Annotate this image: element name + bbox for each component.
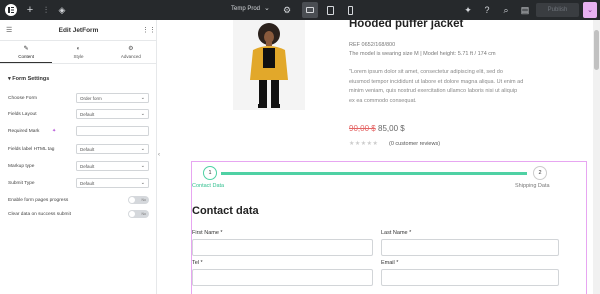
progress-bar [221, 172, 527, 175]
step-2-indicator: 2 [533, 166, 547, 180]
tab-label: Content [18, 53, 35, 59]
tab-content[interactable]: ✎ Content [0, 41, 53, 63]
search-icon[interactable]: ⌕ [499, 3, 513, 17]
tab-advanced[interactable]: ⚙ Advanced [105, 41, 157, 63]
clear-data-row: Clear data on success submit No [8, 209, 150, 220]
markup-type-row: Markup type Default ⌄ [8, 161, 150, 172]
step-1-label: Contact Data [192, 183, 225, 189]
choose-form-select[interactable]: Order form ⌄ [76, 93, 149, 103]
field-label: Submit Type [8, 181, 35, 186]
field-label: Markup type [8, 164, 35, 169]
select-value: Default [80, 111, 95, 117]
model-info: The model is wearing size M | Model heig… [349, 51, 496, 57]
chevron-down-icon: ⌄ [140, 146, 145, 152]
caret-down-icon: ▾ [8, 76, 11, 82]
preview-canvas: Hooded puffer jacket REF 0652/168/800 Th… [163, 20, 593, 294]
product-ref: REF 0652/168/800 [349, 42, 396, 48]
fields-layout-row: Fields Layout Default ⌄ [8, 109, 150, 120]
collapse-panel-icon[interactable]: ‹ [158, 152, 160, 158]
clear-data-toggle[interactable]: No [128, 210, 149, 218]
required-mark-input[interactable] [76, 126, 149, 136]
publish-button[interactable]: Publish [536, 3, 579, 17]
pencil-icon: ✎ [23, 45, 29, 52]
first-name-field[interactable] [192, 239, 373, 256]
first-name-label: First Name * [192, 230, 223, 236]
field-label: Fields label HTML tag [8, 147, 55, 152]
step-1-indicator: 1 [203, 166, 217, 180]
rating-stars-icon: ★★★★★ [349, 141, 379, 147]
tablet-view-icon[interactable] [322, 2, 338, 18]
scrollbar-thumb[interactable] [594, 30, 599, 70]
field-label: Required Mark [8, 129, 40, 134]
enable-progress-toggle[interactable]: No [128, 196, 149, 204]
select-value: Order form [80, 95, 102, 101]
chevron-down-icon: ⌄ [140, 111, 145, 117]
tab-label: Advanced [120, 54, 141, 59]
notes-icon[interactable]: ▤ [518, 3, 532, 17]
label-html-tag-select[interactable]: Default ⌄ [76, 144, 149, 154]
publish-options-chevron-icon[interactable]: ⌄ [583, 2, 597, 18]
section-title: Form Settings [12, 76, 50, 82]
field-label: Enable form pages progress [8, 198, 69, 203]
field-label: Fields Layout [8, 112, 37, 117]
step-2-label: Shipping Data [515, 183, 550, 189]
email-field[interactable] [381, 269, 559, 286]
field-label: Choose Form [8, 96, 38, 101]
label-tag-row: Fields label HTML tag Default ⌄ [8, 144, 150, 155]
last-name-label: Last Name * [381, 230, 412, 236]
elementor-logo-icon[interactable] [5, 4, 17, 16]
form-settings-section-toggle[interactable]: ▾ Form Settings [8, 76, 49, 82]
add-element-icon[interactable]: + [23, 3, 37, 17]
chevron-down-icon: ⌄ [140, 163, 145, 169]
tab-label: Style [73, 53, 84, 59]
choose-form-row: Choose Form Order form ⌄ [8, 93, 150, 104]
settings-sliders-icon[interactable]: ⫶ [39, 3, 53, 17]
ai-sparkle-icon[interactable]: ✦ [52, 128, 56, 134]
magic-icon[interactable]: ✦ [461, 3, 475, 17]
help-icon[interactable]: ? [480, 3, 494, 17]
site-settings-gear-icon[interactable]: ⚙ [280, 3, 294, 17]
editor-panel: ☰ Edit JetForm ⋮⋮ ✎ Content ◐ Style ⚙ Ad… [0, 20, 157, 294]
form-title: Contact data [192, 205, 259, 217]
chevron-down-icon[interactable]: ⌄ [264, 4, 270, 12]
submit-type-row: Submit Type Default ⌄ [8, 178, 150, 189]
field-label: Clear data on success submit [8, 212, 71, 217]
layers-icon[interactable]: ◈ [55, 3, 69, 17]
reviews-link[interactable]: (0 customer reviews) [389, 141, 440, 147]
widgets-grid-icon[interactable]: ⋮⋮ [142, 26, 156, 34]
select-value: Default [80, 180, 95, 186]
mobile-view-icon[interactable] [342, 2, 358, 18]
site-name[interactable]: Temp Prod [231, 6, 260, 12]
desktop-view-icon[interactable] [302, 2, 318, 18]
old-price: 90,00 $ [349, 124, 376, 133]
select-value: Default [80, 163, 95, 169]
chevron-down-icon: ⌄ [140, 95, 145, 101]
responsive-switcher [302, 2, 358, 18]
required-mark-row: Required Mark ✦ [8, 126, 150, 137]
contrast-icon: ◐ [76, 45, 81, 52]
markup-type-select[interactable]: Default ⌄ [76, 161, 149, 171]
submit-type-select[interactable]: Default ⌄ [76, 178, 149, 188]
current-price: 85,00 $ [378, 124, 405, 133]
fields-layout-select[interactable]: Default ⌄ [76, 109, 149, 119]
top-bar: + ⫶ ◈ Temp Prod ⌄ ⚙ ✦ ? ⌕ ▤ ◉ Publish ⌄ [0, 0, 600, 20]
product-description: "Lorem ipsum dolor sit amet, consectetur… [349, 69, 524, 104]
chevron-down-icon: ⌄ [140, 180, 145, 186]
product-title: Hooded puffer jacket [349, 20, 464, 30]
panel-title: Edit JetForm [58, 27, 99, 34]
gear-icon: ⚙ [128, 46, 134, 52]
product-image [233, 20, 305, 110]
tel-field[interactable] [192, 269, 373, 286]
tel-label: Tel * [192, 260, 203, 266]
last-name-field[interactable] [381, 239, 559, 256]
canvas-scrollbar[interactable] [593, 20, 600, 294]
tab-style[interactable]: ◐ Style [52, 41, 104, 63]
enable-progress-row: Enable form pages progress No [8, 195, 150, 206]
panel-tabs: ✎ Content ◐ Style ⚙ Advanced [0, 40, 157, 64]
select-value: Default [80, 146, 95, 152]
email-label: Email * [381, 260, 399, 266]
